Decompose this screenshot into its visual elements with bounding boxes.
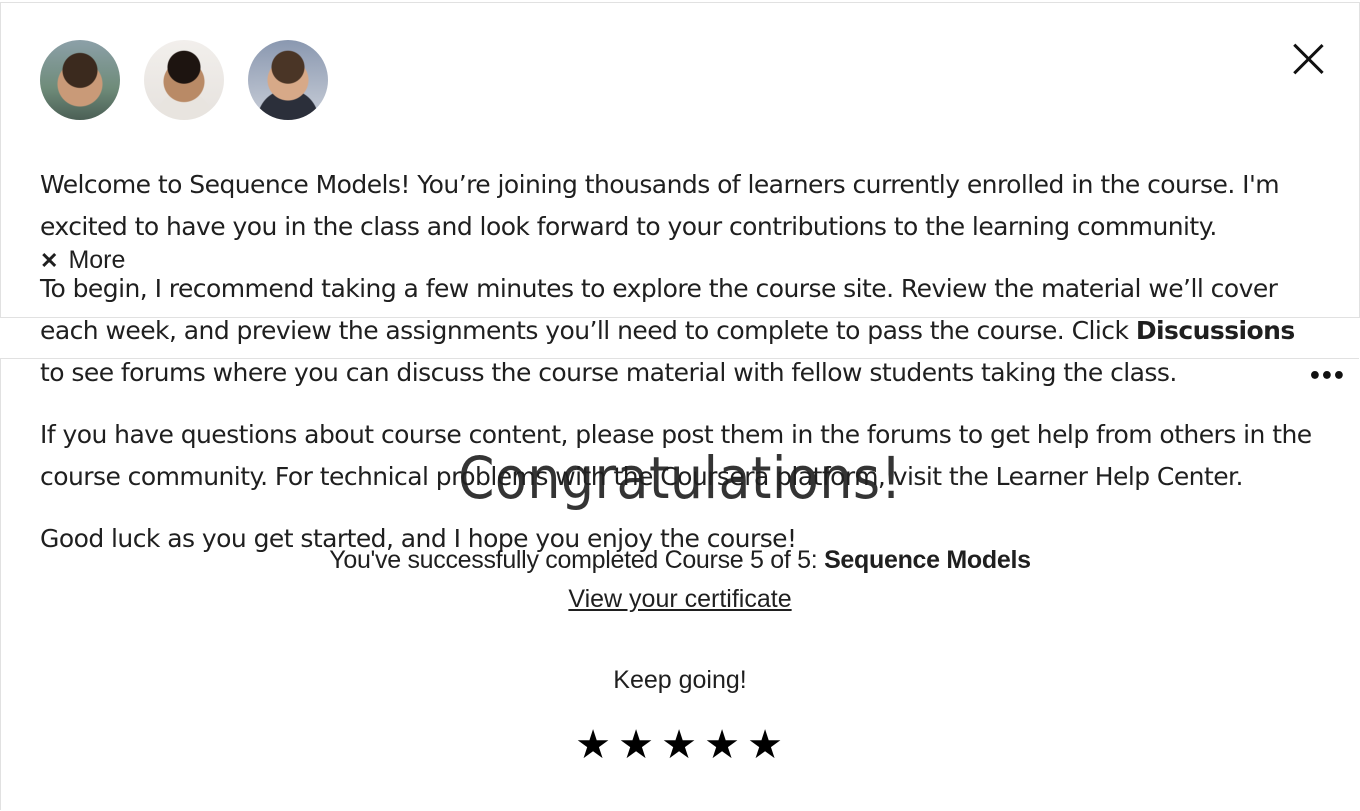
welcome-paragraph: If you have questions about course conte… [40,420,1312,491]
close-icon[interactable] [1291,42,1325,76]
star-icon[interactable]: ★ [573,722,616,768]
star-icon[interactable]: ★ [659,722,702,768]
star-icon[interactable]: ★ [745,722,788,768]
instructor-avatar [248,40,328,120]
welcome-paragraph: Welcome to Sequence Models! You’re joini… [40,170,1280,241]
instructor-avatar [144,40,224,120]
rating-stars: ★ ★ ★ ★ ★ [0,722,1360,768]
more-label: More [68,246,126,274]
welcome-message: Welcome to Sequence Models! You’re joini… [40,164,1325,580]
view-certificate-link[interactable]: View your certificate [0,585,1360,614]
instructor-avatar [40,40,120,120]
more-toggle-button[interactable]: ✕ More [40,246,125,275]
star-icon[interactable]: ★ [702,722,745,768]
chevron-down-icon: ✕ [40,248,59,273]
welcome-paragraph: To begin, I recommend taking a few minut… [40,274,1296,387]
welcome-paragraph: Good luck as you get started, and I hope… [40,524,797,553]
discussions-label: Discussions [1135,316,1296,345]
star-icon[interactable]: ★ [616,722,659,768]
keep-going-text: Keep going! [613,666,747,694]
